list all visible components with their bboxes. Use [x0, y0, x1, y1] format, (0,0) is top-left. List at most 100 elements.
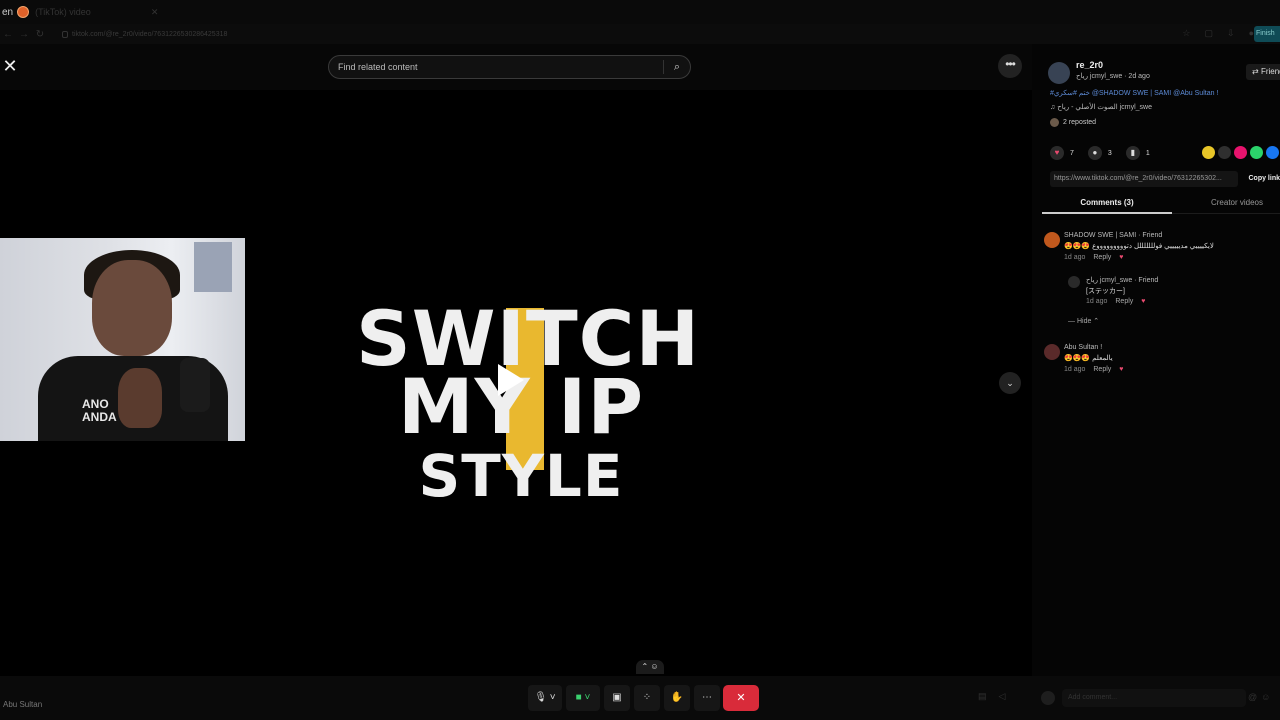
- sound-info[interactable]: ♫ الصوت الأصلي - رياح jcmyl_swe: [1050, 103, 1152, 111]
- shirt-text-2: ANDA: [82, 410, 117, 424]
- author-subtitle: رياح jcmyl_swe · 2d ago: [1076, 73, 1150, 80]
- share-send-icon[interactable]: [1234, 146, 1247, 159]
- comment-count: 3: [1107, 149, 1112, 157]
- browser-tab-title[interactable]: (TikTok) video: [35, 7, 91, 17]
- lock-icon: [62, 30, 68, 38]
- webcam-overlay: ANO ANDA: [0, 238, 245, 441]
- commenter-name[interactable]: Abu Sultan !: [1064, 344, 1102, 351]
- comment-text: 😍😍😍 يالمعلم: [1064, 355, 1113, 362]
- url-field[interactable]: tiktok.com/@re_2r0/video/763122653028642…: [62, 30, 228, 38]
- bookmark-star-icon[interactable]: ☆: [1182, 28, 1190, 39]
- comment-like-icon[interactable]: ♥: [1119, 366, 1123, 373]
- reactions-toggle-chevron-up-icon[interactable]: ⌃ ☺: [636, 660, 664, 674]
- gift-icon[interactable]: ▤: [978, 691, 987, 702]
- address-bar: ← → ↻ tiktok.com/@re_2r0/video/763122653…: [0, 24, 1280, 44]
- bottom-right-icons: ▤ ◁: [978, 691, 1005, 702]
- comment-item: Abu Sultan ! 😍😍😍 يالمعلم 1d ago Reply ♥: [1044, 344, 1274, 376]
- tab-comments[interactable]: Comments (3): [1042, 194, 1172, 214]
- commenter-name[interactable]: SHADOW SWE | SAMI · Friend: [1064, 232, 1162, 239]
- engagement-actions: ♥ 7 ● 3 ▮ 1: [1050, 146, 1158, 160]
- leave-call-button[interactable]: ✕: [723, 685, 759, 711]
- comment-reply-item: رياح jcmyl_swe · Friend [ステッカー] 1d ago R…: [1068, 276, 1274, 308]
- comment-input[interactable]: Add comment...: [1062, 689, 1246, 707]
- comment-bubble-icon[interactable]: ●: [1087, 146, 1102, 160]
- comment-time: 1d ago: [1086, 298, 1108, 305]
- reposted-label: 2 reposted: [1063, 119, 1097, 126]
- webcam-person-face: [92, 260, 172, 356]
- like-count: 7: [1070, 149, 1074, 157]
- like-heart-icon[interactable]: ♥: [1050, 146, 1064, 160]
- emoji-icon[interactable]: ☺: [1261, 692, 1274, 702]
- logo-line-3: STYLE: [418, 442, 624, 510]
- reply-button[interactable]: Reply: [1093, 254, 1111, 261]
- share-link-field[interactable]: https://www.tiktok.com/@re_2r0/video/763…: [1050, 171, 1239, 187]
- comment-like-icon[interactable]: ♥: [1141, 298, 1145, 305]
- participant-name: Abu Sultan: [3, 700, 43, 709]
- commenter-avatar[interactable]: [1044, 344, 1060, 360]
- microphone-icon[interactable]: 🎙 ˅: [528, 685, 562, 711]
- tab-creator-videos[interactable]: Creator videos: [1172, 194, 1280, 214]
- copy-link-button[interactable]: Copy link: [1238, 171, 1280, 187]
- bookmark-icon[interactable]: ▮: [1125, 146, 1140, 160]
- share-embed-icon[interactable]: [1218, 146, 1231, 159]
- commenter-avatar[interactable]: [1068, 276, 1080, 288]
- participants-icon[interactable]: ⁘: [634, 685, 660, 711]
- reposted-info[interactable]: 2 reposted: [1050, 118, 1096, 127]
- reply-button[interactable]: Reply: [1093, 366, 1111, 373]
- share-whatsapp-icon[interactable]: [1250, 146, 1263, 159]
- comment-text: 😍😍😍 لايكييييي مديييييي فولللللللل دتوووو…: [1064, 243, 1214, 250]
- commenter-name[interactable]: رياح jcmyl_swe · Friend: [1086, 276, 1158, 284]
- call-controls: 🎙 ˅ ■ ˅ ▣ ⁘ ✋ ⋯: [528, 685, 720, 711]
- video-viewer: ✕ Find related content ⌕ ••• ANO ANDA SW…: [0, 44, 1032, 676]
- comment-text: [ステッカー]: [1086, 288, 1125, 295]
- friends-label: Friends: [1260, 67, 1280, 76]
- close-viewer-button[interactable]: ✕: [0, 54, 20, 78]
- more-options-button[interactable]: •••: [998, 54, 1022, 78]
- screen-share-icon[interactable]: ▣: [604, 685, 630, 711]
- volume-icon[interactable]: ◁: [999, 691, 1006, 702]
- search-input[interactable]: Find related content: [338, 62, 663, 72]
- address-bar-icons: ☆ ▢ ⇩ ●: [1182, 28, 1254, 39]
- share-buttons: [1202, 146, 1279, 159]
- camera-icon[interactable]: ■ ˅: [566, 685, 600, 711]
- friends-button[interactable]: ⇄ Friends: [1246, 64, 1280, 80]
- comment-meta: 1d ago Reply ♥: [1064, 366, 1123, 373]
- extensions-icon[interactable]: ▢: [1205, 28, 1214, 39]
- comment-item: SHADOW SWE | SAMI · Friend 😍😍😍 لايكييييي…: [1044, 232, 1274, 264]
- hide-replies-button[interactable]: — Hide ⌃: [1068, 317, 1099, 325]
- reply-button[interactable]: Reply: [1115, 298, 1133, 305]
- webcam-person-hand: [118, 368, 162, 428]
- video-frame-logo: SWITCH MY IP STYLE: [356, 294, 699, 519]
- related-search-box[interactable]: Find related content ⌕: [328, 55, 691, 79]
- downloads-icon[interactable]: ⇩: [1227, 28, 1235, 39]
- author-name[interactable]: re_2r0: [1076, 60, 1103, 70]
- author-avatar[interactable]: [1048, 62, 1070, 84]
- url-text: tiktok.com/@re_2r0/video/763122653028642…: [72, 30, 228, 38]
- reload-icon[interactable]: ↻: [32, 29, 48, 40]
- post-caption[interactable]: #ختم #سكري @SHADOW SWE | SAMI @Abu Sulta…: [1050, 89, 1278, 97]
- forward-icon[interactable]: →: [16, 29, 32, 40]
- search-icon[interactable]: ⌕: [664, 61, 690, 74]
- comment-time: 1d ago: [1064, 366, 1086, 373]
- comment-input-icons: @☺: [1248, 692, 1274, 702]
- tiktok-favicon-icon: [17, 6, 30, 18]
- back-icon[interactable]: ←: [0, 29, 16, 40]
- comment-time: 1d ago: [1064, 254, 1086, 261]
- more-icon[interactable]: ⋯: [694, 685, 720, 711]
- share-emoji-icon[interactable]: [1202, 146, 1215, 159]
- webcam-microphone: [180, 358, 210, 412]
- comment-input-avatar: [1041, 691, 1055, 705]
- next-video-chevron-down-icon[interactable]: ⌄: [999, 372, 1021, 394]
- mention-icon[interactable]: @: [1248, 692, 1261, 702]
- raise-hand-icon[interactable]: ✋: [664, 685, 690, 711]
- finish-button[interactable]: Finish: [1254, 26, 1280, 42]
- play-icon[interactable]: [498, 364, 524, 396]
- comment-like-icon[interactable]: ♥: [1119, 254, 1123, 261]
- webcam-poster: [194, 242, 232, 292]
- commenter-avatar[interactable]: [1044, 232, 1060, 248]
- comment-meta: 1d ago Reply ♥: [1064, 254, 1123, 261]
- share-facebook-icon[interactable]: [1266, 146, 1279, 159]
- tab-close-icon[interactable]: ✕: [151, 7, 159, 18]
- comment-meta: 1d ago Reply ♥: [1086, 298, 1145, 305]
- post-details-panel: re_2r0 رياح jcmyl_swe · 2d ago ⇄ Friends…: [1032, 44, 1280, 676]
